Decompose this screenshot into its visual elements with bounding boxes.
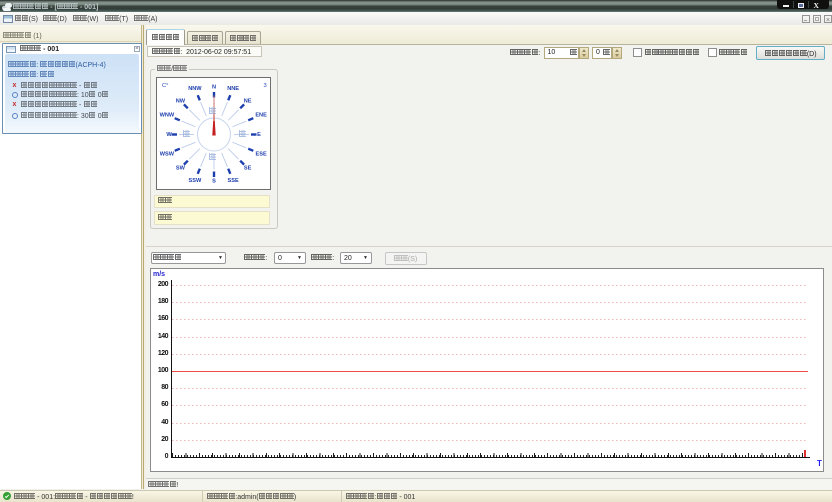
svg-text:SE: SE [244,166,252,172]
svg-text:ENE: ENE [255,112,267,118]
svg-text:N: N [212,84,216,90]
svg-text:E: E [257,132,261,138]
svg-text:W: W [166,132,172,138]
svg-text:SSW: SSW [189,178,202,184]
svg-text:NW: NW [176,98,186,104]
svg-text:NNE: NNE [227,86,239,92]
svg-text:ESE: ESE [255,151,266,157]
svg-text:S: S [212,178,216,184]
svg-text:NE: NE [244,98,252,104]
svg-text:WNW: WNW [160,112,175,118]
svg-text:NNW: NNW [188,86,202,92]
svg-text:SSE: SSE [227,178,238,184]
svg-text:C°: C° [162,83,169,89]
svg-text:SW: SW [176,166,186,172]
svg-text:3: 3 [264,83,267,89]
svg-text:WSW: WSW [160,151,175,157]
